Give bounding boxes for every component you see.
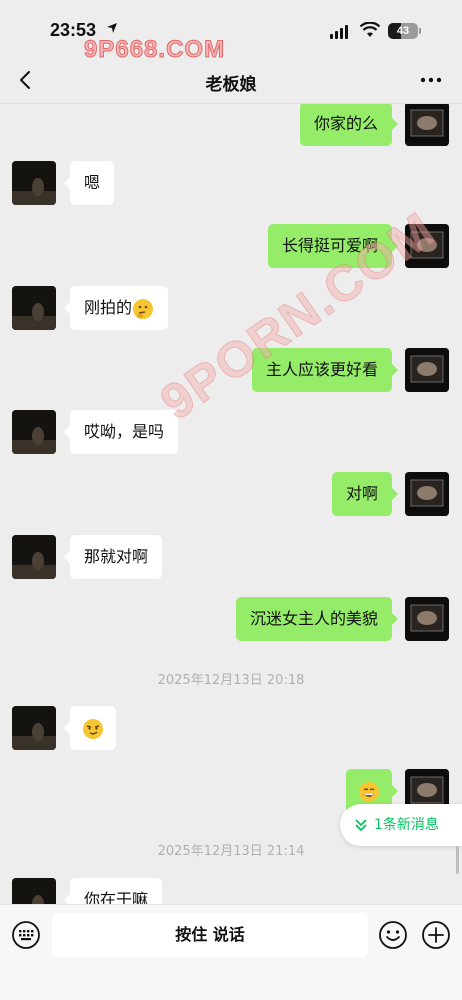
status-bar: 23:53 43	[0, 0, 462, 58]
battery-level: 43	[396, 25, 410, 37]
chat-title: 老板娘	[205, 75, 257, 95]
message-bubble-incoming[interactable]: 那就对啊	[63, 535, 163, 579]
avatar-self[interactable]	[405, 224, 449, 268]
plus-icon[interactable]	[421, 920, 451, 950]
hold-to-talk-button[interactable]: 按住 说话	[52, 913, 368, 957]
message-bubble-incoming[interactable]: 刚拍的	[63, 286, 169, 330]
avatar-contact[interactable]	[12, 286, 56, 330]
new-message-label: 1条新消息	[374, 817, 439, 833]
input-bar: 按住 说话	[0, 904, 462, 1000]
battery-cap	[419, 28, 421, 34]
thinking-face-icon	[133, 298, 154, 319]
message-bubble-outgoing[interactable]: 主人应该更好看	[251, 348, 399, 392]
grin-face-icon	[359, 781, 379, 802]
more-options-icon[interactable]	[418, 68, 444, 92]
avatar-self[interactable]	[405, 348, 449, 392]
message-bubble-incoming[interactable]: 你在干嘛	[63, 878, 163, 904]
avatar-self[interactable]	[405, 597, 449, 641]
chat-timestamp: 2025年12月13日 20:18	[157, 673, 305, 688]
message-text: 刚拍的	[84, 298, 133, 317]
double-chevron-down-icon	[355, 819, 367, 832]
avatar-contact[interactable]	[12, 161, 56, 205]
message-bubble-incoming[interactable]: 嗯	[63, 161, 115, 205]
avatar-contact[interactable]	[12, 706, 56, 750]
avatar-self[interactable]	[405, 104, 449, 146]
wifi-icon	[360, 22, 380, 37]
chat-header: 老板娘	[0, 58, 462, 104]
avatar-contact[interactable]	[12, 535, 56, 579]
message-list[interactable]: 你家的么 嗯 长得挺可爱啊 刚拍的 主人应该更好看 哎呦，是吗 对啊 那就对啊 …	[0, 104, 462, 904]
avatar-contact[interactable]	[12, 410, 56, 454]
message-bubble-outgoing[interactable]: 沉迷女主人的美貌	[235, 597, 399, 641]
message-bubble-outgoing[interactable]: 长得挺可爱啊	[267, 224, 399, 268]
smirk-face-icon	[83, 718, 103, 739]
message-bubble-incoming[interactable]	[64, 706, 116, 750]
battery-icon: 43	[388, 23, 418, 39]
avatar-self[interactable]	[405, 472, 449, 516]
avatar-contact[interactable]	[12, 878, 56, 904]
scrollbar[interactable]	[456, 846, 459, 874]
message-bubble-incoming[interactable]: 哎呦，是吗	[63, 410, 179, 454]
cellular-signal-icon	[330, 25, 348, 39]
message-bubble-outgoing[interactable]: 你家的么	[299, 104, 399, 146]
message-bubble-outgoing[interactable]: 对啊	[331, 472, 399, 516]
voice-keyboard-toggle-icon[interactable]	[11, 920, 41, 950]
emoji-icon[interactable]	[378, 920, 408, 950]
new-message-pill[interactable]: 1条新消息	[340, 804, 462, 846]
